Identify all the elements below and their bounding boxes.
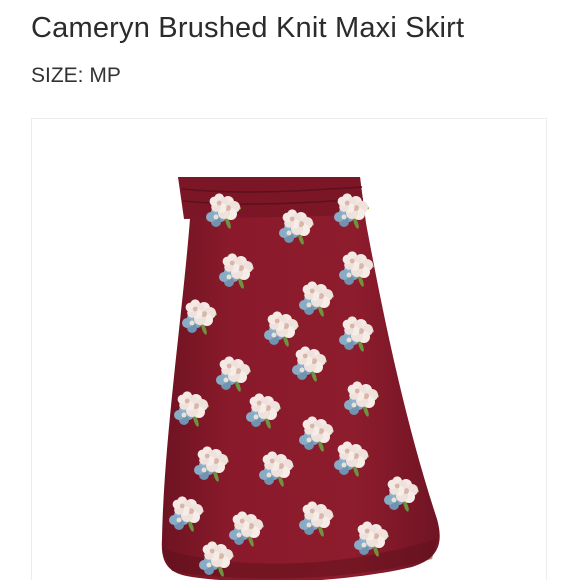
product-title: Cameryn Brushed Knit Maxi Skirt: [31, 12, 465, 44]
skirt-waistband: [178, 177, 364, 219]
size-line: SIZE: MP: [31, 64, 121, 88]
skirt-photo[interactable]: [32, 119, 547, 580]
size-value: MP: [89, 64, 121, 87]
product-image-card[interactable]: [31, 118, 547, 580]
listing-page: Cameryn Brushed Knit Maxi Skirt SIZE: MP: [0, 0, 580, 580]
size-label: SIZE:: [31, 64, 84, 87]
